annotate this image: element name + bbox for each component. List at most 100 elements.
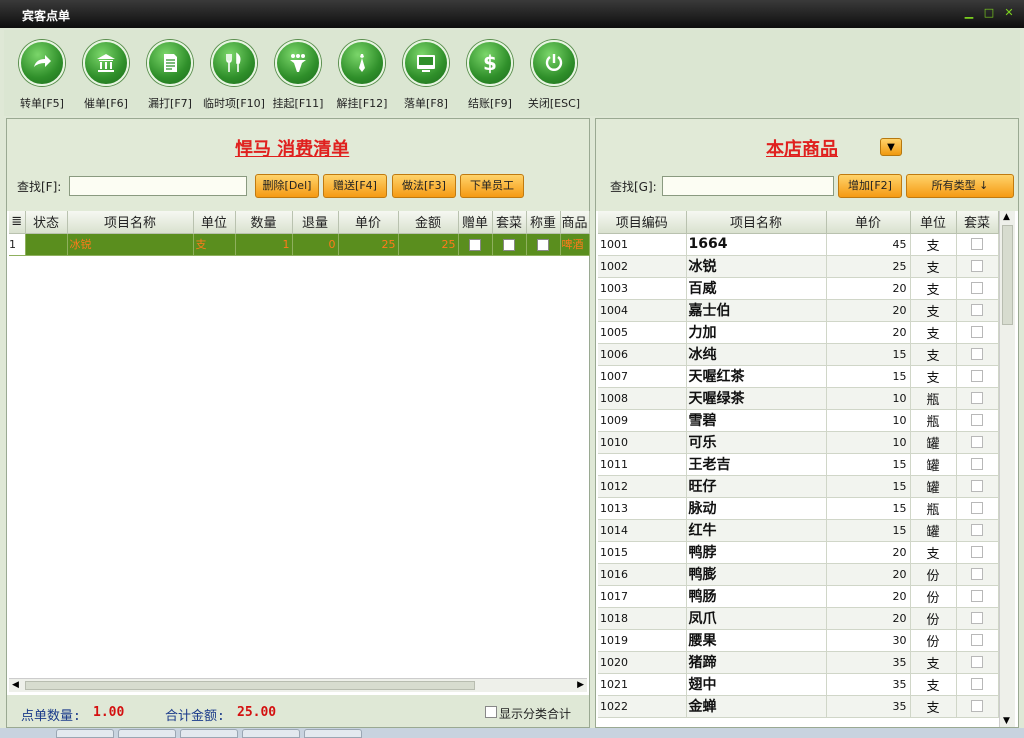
toolbar-button-transfer[interactable]: 转单[F5]	[10, 40, 74, 116]
product-row[interactable]: 1011 王老吉 15 罐	[598, 453, 999, 476]
product-set-checkbox[interactable]	[971, 238, 983, 250]
products-column-header[interactable]: 单位	[910, 211, 957, 234]
add-button[interactable]: 增加[F2]	[838, 174, 902, 198]
products-search-input[interactable]	[662, 176, 834, 196]
toolbar-button-bank[interactable]: 催单[F6]	[74, 40, 138, 116]
order-h-scrollbar[interactable]: ◀ ▶	[9, 678, 587, 692]
set-checkbox[interactable]	[503, 238, 515, 251]
product-set-checkbox[interactable]	[971, 524, 983, 536]
taskbar-item[interactable]	[56, 729, 114, 738]
show-category-checkbox[interactable]	[485, 706, 497, 718]
products-column-header[interactable]: 项目名称	[686, 211, 827, 234]
products-v-scrollbar[interactable]: ▲ ▼	[999, 211, 1015, 727]
order-column-header[interactable]: 商品	[560, 211, 590, 234]
order-column-header[interactable]: 状态	[25, 211, 68, 234]
product-row[interactable]: 1003 百威 20 支	[598, 277, 999, 300]
scroll-right-icon[interactable]: ▶	[577, 680, 584, 690]
order-column-header[interactable]: 单价	[338, 211, 399, 234]
product-set-checkbox[interactable]	[971, 348, 983, 360]
delete-button[interactable]: 删除[Del]	[255, 174, 319, 198]
product-row[interactable]: 1016 鸭膨 20 份	[598, 563, 999, 586]
product-row[interactable]: 1021 翅中 35 支	[598, 673, 999, 696]
all-types-button[interactable]: 所有类型 ↓	[906, 174, 1014, 198]
products-column-header[interactable]: 项目编码	[598, 211, 687, 234]
order-column-header[interactable]: 单位	[193, 211, 236, 234]
gift-button[interactable]: 赠送[F4]	[323, 174, 387, 198]
chevron-down-icon[interactable]: ▼	[880, 138, 902, 156]
order-column-header[interactable]: 退量	[292, 211, 339, 234]
taskbar-item[interactable]	[304, 729, 362, 738]
products-column-header[interactable]: 套菜	[956, 211, 999, 234]
toolbar-button-utensils[interactable]: 临时项[F10]	[202, 40, 266, 116]
product-set-checkbox[interactable]	[971, 700, 983, 712]
scroll-down-icon[interactable]: ▼	[1003, 716, 1010, 726]
product-set-checkbox[interactable]	[971, 678, 983, 690]
toolbar-button-tie[interactable]: 解挂[F12]	[330, 40, 394, 116]
product-set-checkbox[interactable]	[971, 480, 983, 492]
taskbar-item[interactable]	[180, 729, 238, 738]
product-set-checkbox[interactable]	[971, 612, 983, 624]
product-row[interactable]: 1018 凤爪 20 份	[598, 607, 999, 630]
product-set-checkbox[interactable]	[971, 634, 983, 646]
product-row[interactable]: 1022 金蝉 35 支	[598, 695, 999, 718]
product-row[interactable]: 1014 红牛 15 罐	[598, 519, 999, 542]
product-row[interactable]: 1013 脉动 15 瓶	[598, 497, 999, 520]
product-row[interactable]: 1004 嘉士伯 20 支	[598, 299, 999, 322]
products-column-header[interactable]: 单价	[826, 211, 911, 234]
product-set-checkbox[interactable]	[971, 458, 983, 470]
weigh-checkbox[interactable]	[537, 238, 549, 251]
product-row[interactable]: 1020 猪蹄 35 支	[598, 651, 999, 674]
product-row[interactable]: 1008 天喔绿茶 10 瓶	[598, 387, 999, 410]
gift-checkbox[interactable]	[469, 238, 481, 251]
product-row[interactable]: 1009 雪碧 10 瓶	[598, 409, 999, 432]
toolbar-button-hanger[interactable]: 挂起[F11]	[266, 40, 330, 116]
product-set-checkbox[interactable]	[971, 326, 983, 338]
order-column-header[interactable]: 赠单	[458, 211, 493, 234]
product-row[interactable]: 1019 腰果 30 份	[598, 629, 999, 652]
product-set-checkbox[interactable]	[971, 304, 983, 316]
product-set-checkbox[interactable]	[971, 546, 983, 558]
order-column-header[interactable]: 数量	[235, 211, 293, 234]
taskbar-item[interactable]	[118, 729, 176, 738]
order-row[interactable]: 1 冰锐支 1 0 25 25 啤酒	[9, 233, 590, 256]
toolbar-button-power[interactable]: 关闭[ESC]	[522, 40, 586, 116]
product-row[interactable]: 1012 旺仔 15 罐	[598, 475, 999, 498]
product-row[interactable]: 1010 可乐 10 罐	[598, 431, 999, 454]
product-row[interactable]: 1002 冰锐 25 支	[598, 255, 999, 278]
scroll-thumb[interactable]	[1002, 225, 1013, 325]
product-row[interactable]: 1006 冰纯 15 支	[598, 343, 999, 366]
product-row[interactable]: 1001 1664 45 支	[598, 233, 999, 256]
order-column-header[interactable]: 套菜	[492, 211, 527, 234]
scroll-up-icon[interactable]: ▲	[1003, 212, 1010, 222]
order-column-header[interactable]: ≣	[9, 211, 26, 234]
product-set-checkbox[interactable]	[971, 656, 983, 668]
order-column-header[interactable]: 称重	[526, 211, 561, 234]
product-row[interactable]: 1005 力加 20 支	[598, 321, 999, 344]
scroll-left-icon[interactable]: ◀	[12, 680, 19, 690]
product-row[interactable]: 1007 天喔红茶 15 支	[598, 365, 999, 388]
product-set-checkbox[interactable]	[971, 502, 983, 514]
toolbar-button-document[interactable]: 漏打[F7]	[138, 40, 202, 116]
order-column-header[interactable]: 项目名称	[67, 211, 194, 234]
order-search-input[interactable]	[69, 176, 247, 196]
maximize-icon[interactable]: □	[982, 6, 996, 20]
minimize-icon[interactable]: ▁	[962, 6, 976, 20]
product-row[interactable]: 1015 鸭脖 20 支	[598, 541, 999, 564]
close-icon[interactable]: ✕	[1002, 6, 1016, 20]
method-button[interactable]: 做法[F3]	[392, 174, 456, 198]
order-column-header[interactable]: 金额	[398, 211, 459, 234]
product-set-checkbox[interactable]	[971, 568, 983, 580]
product-set-checkbox[interactable]	[971, 370, 983, 382]
product-set-checkbox[interactable]	[971, 392, 983, 404]
product-set-checkbox[interactable]	[971, 590, 983, 602]
scroll-thumb[interactable]	[25, 681, 475, 690]
product-row[interactable]: 1017 鸭肠 20 份	[598, 585, 999, 608]
product-set-checkbox[interactable]	[971, 282, 983, 294]
product-set-checkbox[interactable]	[971, 436, 983, 448]
toolbar-button-dollar[interactable]: $ 结账[F9]	[458, 40, 522, 116]
product-set-checkbox[interactable]	[971, 414, 983, 426]
order-staff-button[interactable]: 下单员工	[460, 174, 524, 198]
product-set-checkbox[interactable]	[971, 260, 983, 272]
taskbar-item[interactable]	[242, 729, 300, 738]
toolbar-button-screen[interactable]: 落单[F8]	[394, 40, 458, 116]
